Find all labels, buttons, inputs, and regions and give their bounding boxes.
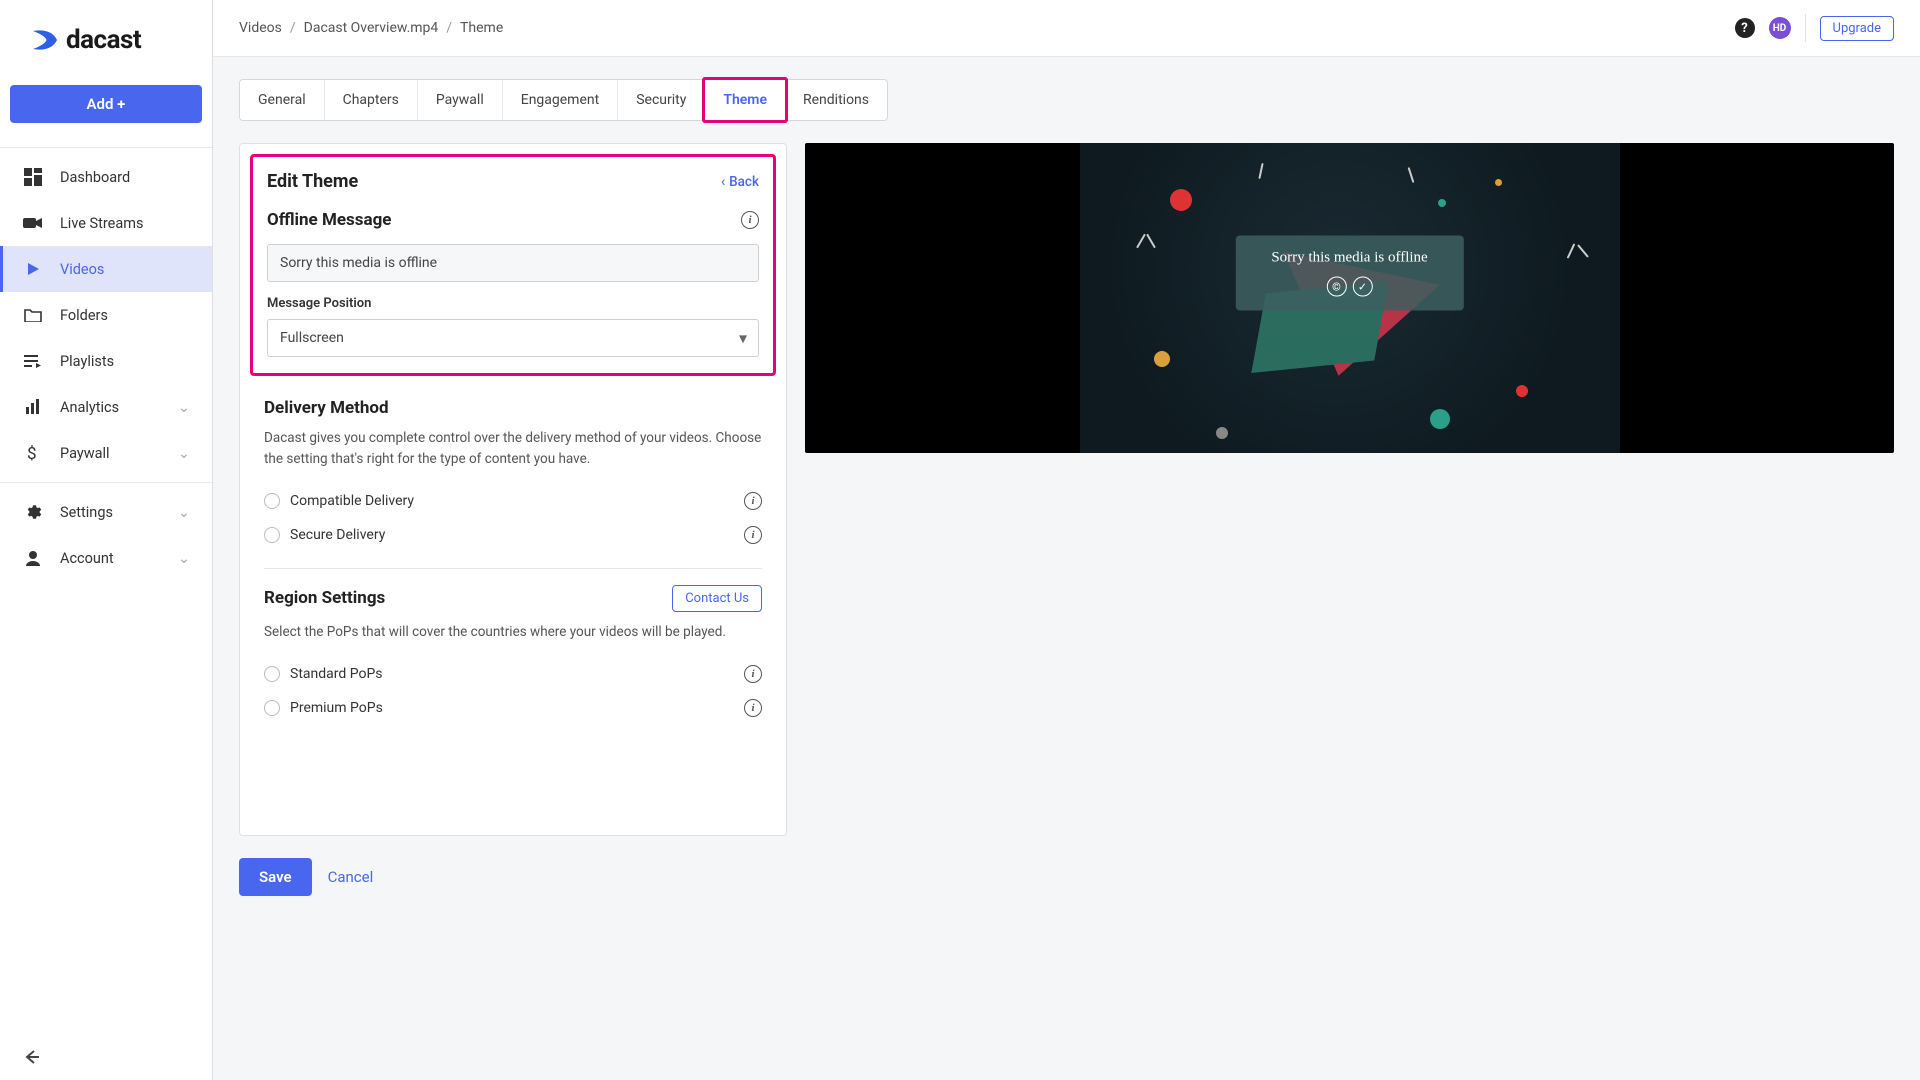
nav-label: Account — [60, 550, 114, 567]
upgrade-button[interactable]: Upgrade — [1820, 16, 1894, 41]
breadcrumb-item[interactable]: Videos — [239, 20, 282, 36]
tab-theme[interactable]: Theme — [705, 80, 785, 120]
dollar-icon: $ — [22, 442, 44, 464]
nav-label: Settings — [60, 504, 113, 521]
offline-message-input[interactable] — [267, 244, 759, 282]
sidebar-item-live-streams[interactable]: Live Streams — [0, 200, 212, 246]
play-icon — [22, 258, 44, 280]
dashboard-icon — [22, 166, 44, 188]
position-label: Message Position — [267, 296, 759, 311]
topbar: Videos / Dacast Overview.mp4 / Theme ? H… — [213, 0, 1920, 57]
info-icon[interactable]: i — [744, 699, 762, 717]
tab-engagement[interactable]: Engagement — [503, 80, 618, 120]
radio-secure-delivery[interactable] — [264, 527, 280, 543]
back-link[interactable]: ‹ Back — [721, 174, 759, 190]
sidebar: dacast Add + Dashboard Live Streams Vide… — [0, 0, 213, 1080]
tab-security[interactable]: Security — [618, 80, 705, 120]
nav-label: Live Streams — [60, 215, 143, 232]
offline-heading: Offline Message — [267, 210, 391, 230]
form-title: Edit Theme — [267, 171, 358, 192]
video-preview: Sorry this media is offline © ✓ — [805, 143, 1894, 453]
radio-label: Compatible Delivery — [290, 493, 734, 509]
playlist-icon — [22, 350, 44, 372]
radio-premium-pops[interactable] — [264, 700, 280, 716]
chevron-down-icon: ⌄ — [178, 504, 190, 521]
breadcrumb: Videos / Dacast Overview.mp4 / Theme — [239, 20, 503, 36]
tab-paywall[interactable]: Paywall — [418, 80, 503, 120]
nav-label: Videos — [60, 261, 104, 278]
gear-icon — [22, 501, 44, 523]
sidebar-item-playlists[interactable]: Playlists — [0, 338, 212, 384]
cc-icon: © — [1327, 277, 1347, 297]
cancel-button[interactable]: Cancel — [328, 868, 374, 886]
logo: dacast — [0, 0, 212, 85]
offline-overlay: Sorry this media is offline © ✓ — [1235, 236, 1463, 311]
sidebar-item-videos[interactable]: Videos — [0, 246, 212, 292]
tab-general[interactable]: General — [240, 80, 325, 120]
nav: Dashboard Live Streams Videos Folders Pl… — [0, 154, 212, 1034]
person-icon — [22, 547, 44, 569]
sidebar-item-analytics[interactable]: Analytics ⌄ — [0, 384, 212, 430]
theme-form-card: Edit Theme ‹ Back Offline Message i — [239, 143, 787, 836]
nav-label: Playlists — [60, 353, 114, 370]
nav-label: Dashboard — [60, 169, 130, 186]
info-icon[interactable]: i — [744, 526, 762, 544]
sidebar-item-dashboard[interactable]: Dashboard — [0, 154, 212, 200]
chevron-left-icon: ‹ — [721, 174, 725, 190]
radio-label: Standard PoPs — [290, 666, 734, 682]
sidebar-item-account[interactable]: Account ⌄ — [0, 535, 212, 581]
region-desc: Select the PoPs that will cover the coun… — [264, 622, 762, 643]
sidebar-item-paywall[interactable]: $ Paywall ⌄ — [0, 430, 212, 476]
delivery-heading: Delivery Method — [264, 398, 762, 418]
logo-text: dacast — [66, 25, 141, 55]
help-icon[interactable]: ? — [1735, 18, 1755, 38]
analytics-icon — [22, 396, 44, 418]
nav-label: Folders — [60, 307, 108, 324]
breadcrumb-item: Theme — [460, 20, 503, 36]
folder-icon — [22, 304, 44, 326]
add-button[interactable]: Add + — [10, 85, 202, 123]
tab-renditions[interactable]: Renditions — [785, 80, 887, 120]
camera-icon — [22, 212, 44, 234]
info-icon[interactable]: i — [741, 211, 759, 229]
breadcrumb-item[interactable]: Dacast Overview.mp4 — [304, 20, 439, 36]
nav-label: Paywall — [60, 445, 110, 462]
chevron-down-icon: ⌄ — [178, 550, 190, 567]
contact-us-button[interactable]: Contact Us — [672, 585, 762, 612]
tab-chapters[interactable]: Chapters — [325, 80, 418, 120]
sidebar-item-folders[interactable]: Folders — [0, 292, 212, 338]
sidebar-item-settings[interactable]: Settings ⌄ — [0, 489, 212, 535]
info-icon[interactable]: i — [744, 665, 762, 683]
radio-standard-pops[interactable] — [264, 666, 280, 682]
nav-label: Analytics — [60, 399, 119, 416]
chevron-down-icon: ⌄ — [178, 445, 190, 462]
message-position-select[interactable] — [267, 319, 759, 357]
check-icon: ✓ — [1353, 277, 1373, 297]
radio-label: Secure Delivery — [290, 527, 734, 543]
radio-label: Premium PoPs — [290, 700, 734, 716]
radio-compatible-delivery[interactable] — [264, 493, 280, 509]
save-button[interactable]: Save — [239, 858, 312, 896]
collapse-sidebar-button[interactable] — [0, 1034, 212, 1080]
svg-text:$: $ — [27, 444, 37, 462]
offline-preview-text: Sorry this media is offline — [1271, 250, 1427, 267]
info-icon[interactable]: i — [744, 492, 762, 510]
avatar[interactable]: HD — [1769, 17, 1791, 39]
logo-mark-icon — [30, 25, 60, 55]
region-heading: Region Settings — [264, 588, 385, 608]
delivery-desc: Dacast gives you complete control over t… — [264, 428, 762, 470]
tabs: General Chapters Paywall Engagement Secu… — [239, 79, 888, 121]
chevron-down-icon: ⌄ — [178, 399, 190, 416]
